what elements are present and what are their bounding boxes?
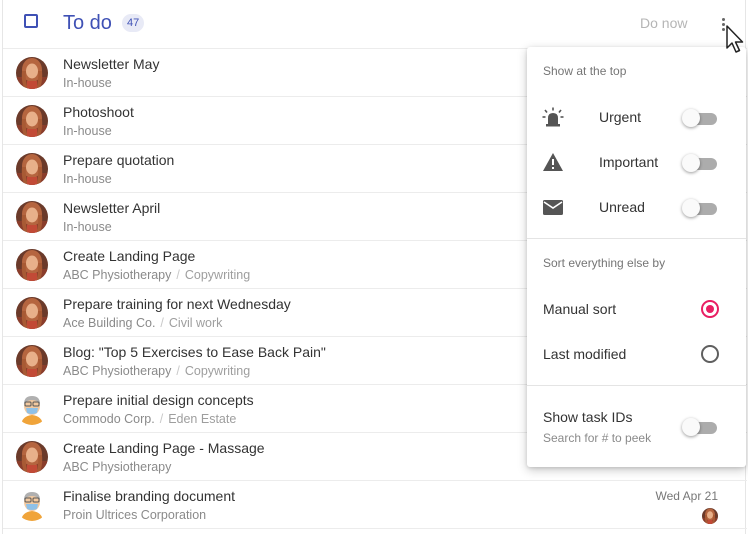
task-category: Eden Estate	[168, 412, 237, 426]
task-client: ABC Physiotherapy / Copywriting	[63, 268, 250, 282]
task-title: Create Landing Page	[63, 248, 196, 264]
client-name: ABC Physiotherapy	[63, 268, 172, 282]
last-modified-label: Last modified	[543, 346, 627, 362]
menu-item-urgent[interactable]: Urgent	[527, 95, 746, 139]
client-name: Proin Ultrices Corporation	[63, 508, 207, 522]
sort-section-heading: Sort everything else by	[543, 256, 666, 270]
task-title: Blog: "Top 5 Exercises to Ease Back Pain…	[63, 344, 326, 360]
avatar	[16, 489, 48, 521]
avatar	[16, 441, 48, 473]
avatar	[16, 153, 48, 185]
task-ids-toggle[interactable]	[682, 418, 718, 436]
sort-option-last-modified[interactable]: Last modified	[527, 332, 746, 376]
separator: /	[160, 316, 164, 330]
menu-item-unread[interactable]: Unread	[527, 185, 746, 229]
task-row[interactable]: Finalise branding document Proin Ultrice…	[3, 481, 747, 529]
menu-item-important[interactable]: Important	[527, 140, 746, 184]
client-name: In-house	[63, 124, 112, 138]
assignee-avatar	[702, 508, 718, 524]
important-toggle[interactable]	[682, 154, 718, 172]
do-now-button[interactable]: Do now	[640, 15, 687, 31]
urgent-toggle[interactable]	[682, 109, 718, 127]
avatar	[16, 57, 48, 89]
separator: /	[176, 364, 180, 378]
task-ids-hint: Search for # to peek	[543, 431, 652, 445]
unread-toggle[interactable]	[682, 199, 718, 217]
task-client: In-house	[63, 220, 112, 234]
last-modified-radio[interactable]	[701, 345, 719, 363]
task-client: ABC Physiotherapy / Copywriting	[63, 364, 250, 378]
siren-icon	[542, 107, 564, 127]
task-category: Copywriting	[184, 268, 251, 282]
important-label: Important	[599, 154, 659, 170]
task-category: Civil work	[168, 316, 223, 330]
task-title: Prepare training for next Wednesday	[63, 296, 291, 312]
task-category: Copywriting	[184, 364, 251, 378]
manual-sort-label: Manual sort	[543, 301, 617, 317]
task-client: In-house	[63, 172, 112, 186]
page-title: To do	[63, 12, 112, 34]
client-name: In-house	[63, 220, 112, 234]
avatar	[16, 249, 48, 281]
task-title: Newsletter May	[63, 56, 160, 72]
options-menu: Show at the top Urgent Important Unread	[527, 47, 746, 467]
manual-sort-radio[interactable]	[701, 300, 719, 318]
due-date: Wed Apr 21	[655, 489, 718, 503]
select-all-checkbox[interactable]	[24, 14, 38, 28]
client-name: In-house	[63, 172, 112, 186]
menu-divider	[527, 385, 746, 386]
task-title: Newsletter April	[63, 200, 161, 216]
task-title: Prepare quotation	[63, 152, 175, 168]
avatar	[16, 297, 48, 329]
task-client: In-house	[63, 124, 112, 138]
task-client: Proin Ultrices Corporation	[63, 508, 206, 522]
task-title: Create Landing Page - Massage	[63, 440, 265, 456]
separator: /	[176, 268, 180, 282]
task-client: ABC Physiotherapy	[63, 460, 171, 474]
client-name: ABC Physiotherapy	[63, 364, 172, 378]
task-ids-label: Show task IDs	[543, 409, 633, 425]
client-name: Ace Building Co.	[63, 316, 156, 330]
avatar	[16, 201, 48, 233]
menu-item-task-ids[interactable]: Show task IDs Search for # to peek	[527, 397, 746, 453]
task-client: Ace Building Co. / Civil work	[63, 316, 222, 330]
task-title: Finalise branding document	[63, 488, 235, 504]
unread-label: Unread	[599, 199, 645, 215]
avatar	[16, 393, 48, 425]
client-name: Commodo Corp.	[63, 412, 155, 426]
envelope-icon	[543, 200, 563, 215]
task-count-badge: 47	[122, 14, 145, 32]
top-section-heading: Show at the top	[543, 64, 627, 78]
urgent-label: Urgent	[599, 109, 642, 125]
menu-divider	[527, 238, 746, 239]
avatar	[16, 105, 48, 137]
header-bar: To do 47 Do now	[3, 0, 747, 49]
task-title: Prepare initial design concepts	[63, 392, 254, 408]
client-name: In-house	[63, 76, 112, 90]
task-title: Photoshoot	[63, 104, 134, 120]
task-client: Commodo Corp. / Eden Estate	[63, 412, 236, 426]
separator: /	[159, 412, 164, 426]
task-client: In-house	[63, 76, 112, 90]
warning-icon	[543, 153, 563, 171]
mouse-cursor-icon	[726, 25, 744, 53]
avatar	[16, 345, 48, 377]
sort-option-manual[interactable]: Manual sort	[527, 287, 746, 331]
client-name: ABC Physiotherapy	[63, 460, 172, 474]
